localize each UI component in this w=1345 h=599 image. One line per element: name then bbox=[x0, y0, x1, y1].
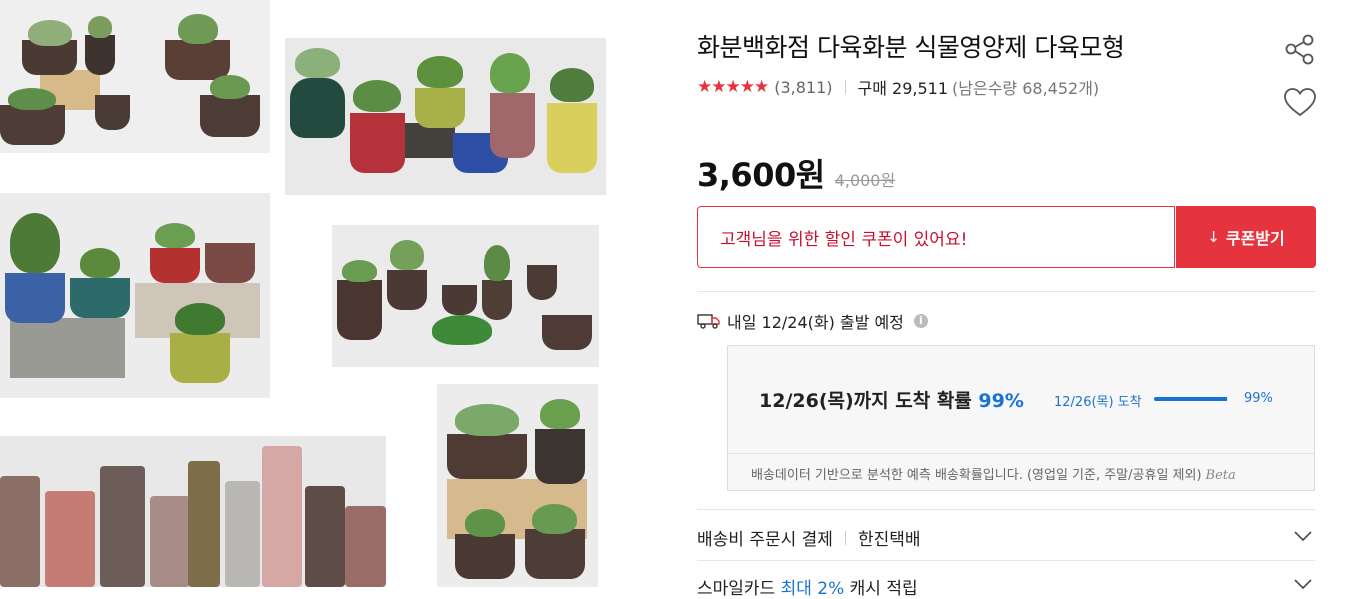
product-photo-1[interactable] bbox=[0, 0, 270, 153]
share-icon[interactable] bbox=[1283, 32, 1317, 66]
section-divider bbox=[697, 560, 1315, 561]
shipping-fee-row[interactable]: 배송비 주문시 결제 한진택배 bbox=[697, 525, 921, 550]
coupon-banner[interactable]: 고객님을 위한 할인 쿠폰이 있어요! bbox=[697, 206, 1175, 268]
product-photo-5[interactable] bbox=[0, 436, 386, 587]
purchase-count: 구매 29,511 bbox=[857, 79, 949, 98]
product-photo-6[interactable] bbox=[437, 384, 598, 587]
probability-bar-fill bbox=[1154, 397, 1228, 401]
product-photo-3[interactable] bbox=[0, 193, 270, 398]
info-icon[interactable]: i bbox=[913, 314, 928, 328]
section-divider bbox=[697, 291, 1315, 292]
delivery-probability-top: 12/26(목)까지 도착 확률 99% 12/26(목) 도착 99% bbox=[728, 346, 1314, 454]
review-count-link[interactable]: (3,811) bbox=[774, 78, 832, 97]
arrival-percent: 99% bbox=[978, 390, 1024, 412]
carrier-name: 한진택배 bbox=[857, 530, 921, 550]
smilecard-prefix: 스마일카드 bbox=[697, 579, 781, 599]
arrival-probability-text: 12/26(목)까지 도착 확률 99% bbox=[759, 386, 1024, 413]
chevron-down-icon[interactable] bbox=[1293, 530, 1313, 542]
original-price: 4,000원 bbox=[834, 171, 896, 190]
product-info-panel: 화분백화점 다육화분 식물영양제 다육모형 ★★★★★ (3,811) 구매 2… bbox=[697, 0, 1317, 599]
delivery-note-text: 배송데이터 기반으로 분석한 예측 배송확률입니다. (영업일 기준, 주말/공… bbox=[751, 468, 1202, 483]
product-image-gallery bbox=[0, 0, 620, 587]
heart-icon[interactable] bbox=[1283, 86, 1317, 120]
price-row: 3,600원 4,000원 bbox=[697, 150, 895, 196]
sale-price: 3,600원 bbox=[697, 156, 825, 194]
remaining-stock: (남은수량 68,452개) bbox=[952, 79, 1100, 98]
departure-text: 내일 12/24(화) 출발 예정 bbox=[727, 313, 904, 332]
rating-stars: ★★★★★ bbox=[697, 77, 769, 97]
probability-bar bbox=[1154, 397, 1228, 401]
smilecard-highlight: 최대 2% bbox=[780, 579, 845, 599]
delivery-note: 배송데이터 기반으로 분석한 예측 배송확률입니다. (영업일 기준, 주말/공… bbox=[751, 464, 1236, 483]
product-photo-2[interactable] bbox=[285, 38, 606, 195]
beta-label: Beta bbox=[1205, 468, 1236, 483]
shipping-fee-label: 배송비 주문시 결제 bbox=[697, 530, 833, 550]
bar-date-label: 12/26(목) 도착 bbox=[1054, 395, 1142, 410]
product-photo-4[interactable] bbox=[332, 225, 599, 367]
chevron-down-icon[interactable] bbox=[1293, 578, 1313, 590]
get-coupon-button[interactable]: ↓ 쿠폰받기 bbox=[1176, 206, 1316, 268]
smilecard-suffix: 캐시 적립 bbox=[844, 579, 918, 599]
bar-value-label: 99% bbox=[1244, 391, 1273, 406]
shipping-departure: 내일 12/24(화) 출발 예정 i bbox=[697, 309, 928, 333]
product-title: 화분백화점 다육화분 식물영양제 다육모형 bbox=[697, 33, 1125, 62]
download-icon: ↓ bbox=[1207, 228, 1220, 246]
divider bbox=[844, 530, 846, 545]
truck-icon bbox=[697, 314, 720, 329]
coupon-message: 고객님을 위한 할인 쿠폰이 있어요! bbox=[720, 229, 968, 250]
arrival-prefix: 12/26(목)까지 도착 확률 bbox=[759, 390, 979, 412]
section-divider bbox=[697, 509, 1315, 510]
divider bbox=[844, 80, 846, 94]
delivery-probability-box: 12/26(목)까지 도착 확률 99% 12/26(목) 도착 99% 배송데… bbox=[727, 345, 1315, 491]
get-coupon-label: 쿠폰받기 bbox=[1225, 229, 1285, 248]
rating-row: ★★★★★ (3,811) 구매 29,511 (남은수량 68,452개) bbox=[697, 75, 1099, 99]
